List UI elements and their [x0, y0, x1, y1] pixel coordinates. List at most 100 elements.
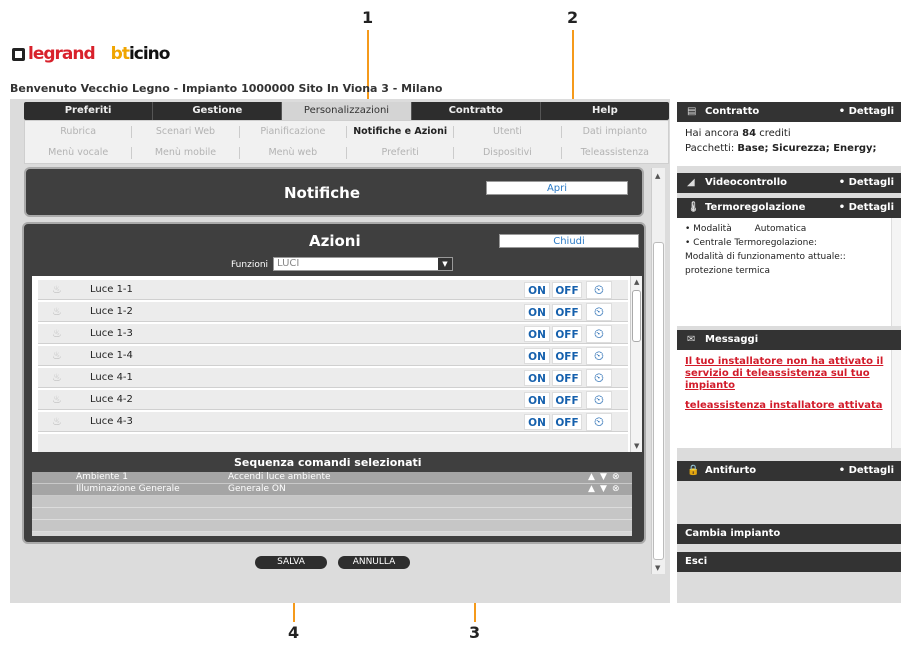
submenu-pianificazione[interactable]: Pianificazione — [240, 125, 347, 138]
list-item[interactable]: ♨ Luce 4-2 ON OFF ⏲ — [38, 390, 628, 410]
list-item[interactable]: ♨ Luce 4-1 ON OFF ⏲ — [38, 368, 628, 388]
sequenza-list: Ambiente 1 Accendi luce ambiente ▲ ▼ ⊗ I… — [32, 472, 632, 536]
antifurto-details-link[interactable]: • Dettagli — [839, 461, 894, 481]
callout-1: 1 — [362, 8, 374, 27]
submenu-notifiche-azioni[interactable]: Notifiche e Azioni — [347, 125, 455, 138]
antifurto-header[interactable]: 🔒 Antifurto • Dettagli — [677, 461, 901, 481]
on-button[interactable]: ON — [524, 392, 550, 408]
list-scrollbar[interactable]: ▲ ▼ — [630, 276, 642, 452]
list-item[interactable]: ♨ Luce 1-3 ON OFF ⏲ — [38, 324, 628, 344]
list-item[interactable]: ♨ Luce 4-3 ON OFF ⏲ — [38, 412, 628, 432]
off-button[interactable]: OFF — [552, 304, 582, 320]
timer-icon[interactable]: ⏲ — [586, 281, 612, 299]
termoregolazione-details-link[interactable]: • Dettagli — [839, 198, 894, 218]
move-down-icon[interactable]: ▼ — [600, 484, 607, 494]
submenu-menu-vocale[interactable]: Menù vocale — [25, 146, 133, 159]
submenu-dati-impianto[interactable]: Dati impianto — [562, 126, 668, 138]
submenu-menu-mobile[interactable]: Menù mobile — [132, 146, 240, 159]
move-up-icon[interactable]: ▲ — [588, 484, 595, 494]
scroll-up-icon[interactable]: ▲ — [655, 172, 660, 180]
esci-button[interactable]: Esci — [677, 552, 901, 572]
on-button[interactable]: ON — [524, 370, 550, 386]
timer-icon[interactable]: ⏲ — [586, 325, 612, 343]
videocontrollo-details-link[interactable]: • Dettagli — [839, 173, 894, 193]
submenu-rubrica[interactable]: Rubrica — [25, 125, 133, 138]
cambia-impianto-button[interactable]: Cambia impianto — [677, 524, 901, 544]
tab-personalizzazioni[interactable]: Personalizzazioni — [282, 102, 412, 120]
on-button[interactable]: ON — [524, 348, 550, 364]
remove-icon[interactable]: ⊗ — [612, 484, 620, 494]
brand-logos: legrand bticino — [12, 44, 170, 64]
scroll-down-icon[interactable]: ▼ — [655, 564, 660, 572]
apri-button[interactable]: Apri — [486, 181, 628, 195]
sequenza-comando: Accendi luce ambiente — [228, 472, 331, 482]
submenu-menu-web[interactable]: Menù web — [240, 146, 347, 159]
off-button[interactable]: OFF — [552, 326, 582, 342]
main-scroll-thumb[interactable] — [653, 242, 664, 560]
sequenza-row[interactable]: Ambiente 1 Accendi luce ambiente ▲ ▼ ⊗ — [32, 472, 632, 484]
form-actions: SALVA ANNULLA — [255, 556, 410, 569]
messaggi-scrollbar[interactable] — [891, 350, 901, 448]
submenu-teleassistenza[interactable]: Teleassistenza — [562, 147, 668, 159]
camera-icon: ◢ — [687, 177, 695, 188]
scroll-up-icon[interactable]: ▲ — [634, 278, 639, 286]
list-scroll-thumb[interactable] — [632, 290, 641, 342]
salva-button[interactable]: SALVA — [255, 556, 327, 569]
contratto-details-link[interactable]: • Dettagli — [839, 102, 894, 122]
funzioni-select[interactable]: LUCI ▼ — [273, 257, 453, 271]
remove-icon[interactable]: ⊗ — [612, 472, 620, 482]
tab-help[interactable]: Help — [541, 102, 669, 120]
termoregolazione-header[interactable]: 🌡 Termoregolazione • Dettagli — [677, 198, 901, 218]
off-button[interactable]: OFF — [552, 414, 582, 430]
sequenza-ambiente: Ambiente 1 — [76, 472, 129, 482]
list-item[interactable]: ♨ Luce 1-2 ON OFF ⏲ — [38, 302, 628, 322]
tab-gestione[interactable]: Gestione — [153, 102, 283, 120]
on-button[interactable]: ON — [524, 304, 550, 320]
off-button[interactable]: OFF — [552, 370, 582, 386]
chevron-down-icon[interactable]: ▼ — [438, 258, 452, 270]
tab-contratto[interactable]: Contratto — [412, 102, 541, 120]
move-up-icon[interactable]: ▲ — [588, 472, 595, 482]
timer-icon[interactable]: ⏲ — [586, 391, 612, 409]
contratto-body: Hai ancora 84 crediti Pacchetti: Base; S… — [677, 122, 901, 166]
sidebar: ▤ Contratto • Dettagli Hai ancora 84 cre… — [677, 102, 901, 603]
videocontrollo-header[interactable]: ◢ Videocontrollo • Dettagli — [677, 173, 901, 193]
tab-preferiti[interactable]: Preferiti — [24, 102, 154, 120]
light-name: Luce 4-3 — [90, 416, 133, 427]
sequenza-empty-row — [32, 520, 632, 532]
on-button[interactable]: ON — [524, 282, 550, 298]
submenu-scenari-web[interactable]: Scenari Web — [132, 125, 240, 138]
bulb-icon: ♨ — [52, 415, 62, 428]
off-button[interactable]: OFF — [552, 282, 582, 298]
messaggi-header[interactable]: ✉ Messaggi — [677, 330, 901, 350]
timer-icon[interactable]: ⏲ — [586, 369, 612, 387]
on-button[interactable]: ON — [524, 326, 550, 342]
welcome-text: Benvenuto Vecchio Legno - Impianto 10000… — [10, 82, 443, 95]
termo-scrollbar[interactable] — [891, 218, 901, 326]
thermometer-icon: 🌡 — [687, 202, 700, 213]
message-link[interactable]: Il tuo installatore non ha attivato il s… — [677, 350, 901, 392]
bulb-icon: ♨ — [52, 283, 62, 296]
list-item[interactable]: ♨ Luce 1-4 ON OFF ⏲ — [38, 346, 628, 366]
off-button[interactable]: OFF — [552, 392, 582, 408]
main-tabs: Preferiti Gestione Personalizzazioni Con… — [24, 102, 669, 120]
legrand-logo: legrand — [12, 44, 96, 64]
chiudi-button[interactable]: Chiudi — [499, 234, 639, 248]
timer-icon[interactable]: ⏲ — [586, 413, 612, 431]
submenu-preferiti[interactable]: Preferiti — [347, 146, 455, 159]
annulla-button[interactable]: ANNULLA — [338, 556, 410, 569]
message-link[interactable]: teleassistenza installatore attivata — [677, 392, 901, 412]
sequenza-row[interactable]: Illuminazione Generale Generale ON ▲ ▼ ⊗ — [32, 484, 632, 496]
scroll-down-icon[interactable]: ▼ — [634, 442, 639, 450]
submenu-dispositivi[interactable]: Dispositivi — [454, 146, 562, 159]
off-button[interactable]: OFF — [552, 348, 582, 364]
light-name: Luce 1-3 — [90, 328, 133, 339]
timer-icon[interactable]: ⏲ — [586, 347, 612, 365]
submenu-utenti[interactable]: Utenti — [454, 125, 562, 138]
main-scrollbar[interactable]: ▲ ▼ — [651, 168, 665, 574]
timer-icon[interactable]: ⏲ — [586, 303, 612, 321]
on-button[interactable]: ON — [524, 414, 550, 430]
list-item[interactable]: ♨ Luce 1-1 ON OFF ⏲ — [38, 280, 628, 300]
contratto-header[interactable]: ▤ Contratto • Dettagli — [677, 102, 901, 122]
move-down-icon[interactable]: ▼ — [600, 472, 607, 482]
